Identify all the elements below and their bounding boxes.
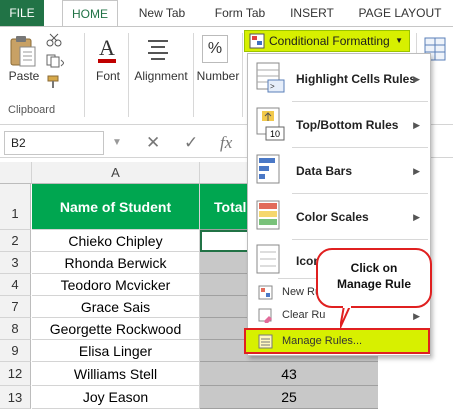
submenu-arrow-icon: ▶ — [413, 212, 420, 222]
row-header[interactable]: 9 — [0, 340, 31, 362]
row-header[interactable]: 12 — [0, 362, 31, 386]
eraser-icon — [258, 308, 274, 327]
row-header[interactable]: 4 — [0, 274, 31, 296]
callout-pointer — [340, 306, 352, 329]
menu-item-label: Top/Bottom Rules — [296, 118, 399, 132]
cancel-icon[interactable]: ✕ — [146, 131, 160, 155]
row-header[interactable]: 2 — [0, 230, 31, 252]
menu-separator — [292, 239, 428, 240]
table-cell-name[interactable]: Elisa Linger — [32, 340, 200, 362]
menu-item-label: Data Bars — [296, 164, 353, 178]
group-separator — [84, 33, 85, 117]
top-bottom-icon-text: 10 — [270, 129, 281, 139]
name-box-dropdown-icon[interactable]: ▼ — [112, 131, 122, 155]
alignment-icon[interactable] — [146, 37, 170, 66]
submenu-arrow-icon: ▶ — [413, 120, 420, 130]
header-cell-name[interactable]: Name of Student — [32, 184, 200, 230]
row-header[interactable]: 13 — [0, 386, 31, 409]
callout-bubble: Click on Manage Rule — [316, 248, 432, 308]
menu-item-label: Clear Ru — [282, 309, 326, 321]
tab-file[interactable]: FILE — [0, 0, 44, 27]
group-separator — [242, 33, 243, 117]
table-cell-name[interactable]: Rhonda Berwick — [32, 252, 200, 274]
menu-item-manage-rules[interactable]: Manage Rules... — [244, 328, 430, 354]
table-cell-name[interactable]: Chieko Chipley — [32, 230, 200, 252]
name-box[interactable]: B2 — [4, 131, 104, 155]
menu-item-clear-rules[interactable]: Clear Ru ▶ — [248, 305, 430, 327]
percent-icon[interactable]: % — [202, 35, 228, 63]
select-all-corner[interactable] — [0, 162, 32, 184]
insert-function-icon[interactable]: fx — [220, 131, 232, 155]
manage-rules-icon — [258, 334, 274, 353]
submenu-arrow-icon: ▶ — [413, 166, 420, 176]
submenu-arrow-icon: ▶ — [413, 311, 420, 321]
paste-icon[interactable] — [8, 35, 38, 72]
tab-insert[interactable]: INSERT — [284, 0, 340, 27]
svg-text:>: > — [270, 82, 275, 91]
table-cell-name[interactable]: Teodoro Mcvicker — [32, 274, 200, 296]
table-cell-total[interactable]: 43 — [200, 362, 378, 386]
tab-form-tab[interactable]: Form Tab — [206, 0, 274, 27]
highlight-cells-icon: > — [256, 62, 286, 97]
clipboard-group-label: Clipboard — [8, 104, 56, 116]
menu-separator — [292, 101, 428, 102]
table-cell-name[interactable]: Grace Sais — [32, 296, 200, 318]
table-cell-name[interactable]: Williams Stell — [32, 362, 200, 386]
callout-line-1: Click on — [350, 261, 398, 275]
color-scales-icon — [256, 200, 282, 233]
menu-separator — [292, 193, 428, 194]
table-cell-name[interactable]: Joy Eason — [32, 386, 200, 409]
menu-item-color-scales[interactable]: Color Scales ▶ — [248, 196, 430, 236]
table-cell-total[interactable]: 25 — [200, 386, 378, 409]
menu-item-data-bars[interactable]: Data Bars ▶ — [248, 150, 430, 190]
group-separator — [128, 33, 129, 117]
menu-item-label: Color Scales — [296, 210, 369, 224]
conditional-formatting-icon — [249, 33, 265, 55]
copy-icon[interactable] — [46, 54, 65, 71]
icon-sets-icon — [256, 244, 282, 277]
conditional-formatting-menu: > Highlight Cells Rules ▶ 10 Top/Bottom … — [244, 53, 431, 356]
data-bars-icon — [256, 154, 282, 187]
tab-page-layout[interactable]: PAGE LAYOUT — [352, 0, 448, 27]
new-rule-icon — [258, 285, 274, 304]
row-header[interactable]: 8 — [0, 318, 31, 340]
enter-icon[interactable]: ✓ — [184, 131, 198, 155]
row-header[interactable]: 3 — [0, 252, 31, 274]
svg-text:A: A — [99, 35, 115, 60]
chevron-down-icon: ▼ — [395, 36, 403, 45]
callout-line-2: Manage Rule — [336, 277, 411, 291]
menu-separator — [292, 147, 428, 148]
menu-item-highlight-cells-rules[interactable]: > Highlight Cells Rules ▶ — [248, 58, 430, 98]
number-label[interactable]: Number — [194, 69, 242, 83]
ribbon-tab-bar: FILE HOME New Tab Form Tab INSERT PAGE L… — [0, 0, 453, 27]
row-header[interactable]: 1 — [0, 184, 31, 230]
menu-item-top-bottom-rules[interactable]: 10 Top/Bottom Rules ▶ — [248, 104, 430, 144]
conditional-formatting-button[interactable]: Conditional Formatting ▼ — [244, 30, 410, 52]
conditional-formatting-label: Conditional Formatting — [269, 34, 390, 48]
row-header[interactable]: 7 — [0, 296, 31, 318]
table-cell-name[interactable]: Georgette Rockwood — [32, 318, 200, 340]
column-header-a[interactable]: A — [32, 162, 200, 184]
menu-item-label: Highlight Cells Rules — [296, 72, 417, 86]
submenu-arrow-icon: ▶ — [413, 74, 420, 84]
font-icon[interactable]: A — [96, 35, 118, 68]
menu-item-label: Manage Rules... — [282, 335, 363, 347]
font-label[interactable]: Font — [88, 69, 128, 83]
tab-new-tab[interactable]: New Tab — [130, 0, 194, 27]
tab-home[interactable]: HOME — [62, 0, 118, 27]
format-painter-icon[interactable] — [46, 75, 64, 92]
cut-icon[interactable] — [46, 33, 62, 50]
paste-label[interactable]: Paste — [4, 69, 44, 83]
alignment-label[interactable]: Alignment — [130, 69, 192, 83]
